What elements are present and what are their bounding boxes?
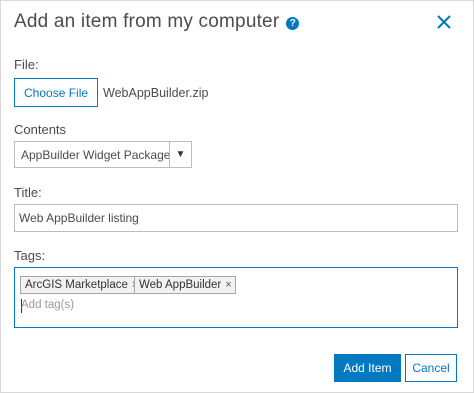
tags-label: Tags: — [14, 248, 46, 263]
tag-chip-label: ArcGIS Marketplace — [25, 279, 128, 291]
contents-select[interactable]: AppBuilder Widget Package ▼ — [14, 141, 192, 168]
choose-file-button[interactable]: Choose File — [14, 78, 99, 107]
close-icon[interactable] — [433, 11, 455, 33]
tags-input[interactable]: ArcGIS Marketplace × Web AppBuilder × Ad… — [14, 267, 458, 328]
close-icon-graphic — [437, 15, 451, 29]
tag-chip: ArcGIS Marketplace × — [20, 276, 143, 294]
tag-chip: Web AppBuilder × — [134, 276, 236, 294]
selected-file-name: WebAppBuilder.zip — [103, 85, 209, 100]
add-item-button[interactable]: Add Item — [334, 354, 401, 382]
title-input[interactable] — [14, 204, 458, 232]
tags-placeholder: Add tag(s) — [21, 299, 75, 311]
add-item-dialog: Add an item from my computer ? File: Cho… — [0, 0, 474, 393]
tag-chip-label: Web AppBuilder — [139, 279, 222, 291]
cancel-button[interactable]: Cancel — [405, 354, 457, 382]
remove-tag-icon[interactable]: × — [225, 279, 231, 291]
title-label: Title: — [14, 185, 42, 200]
file-row: Choose File WebAppBuilder.zip — [14, 78, 208, 107]
file-label: File: — [14, 57, 39, 72]
question-circle-icon[interactable]: ? — [286, 17, 300, 30]
contents-select-value: AppBuilder Widget Package — [21, 147, 169, 162]
dialog-title: Add an item from my computer — [14, 11, 280, 32]
dialog-header: Add an item from my computer ? — [14, 11, 300, 33]
chevron-down-icon[interactable]: ▼ — [169, 142, 191, 167]
contents-label: Contents — [14, 122, 67, 137]
